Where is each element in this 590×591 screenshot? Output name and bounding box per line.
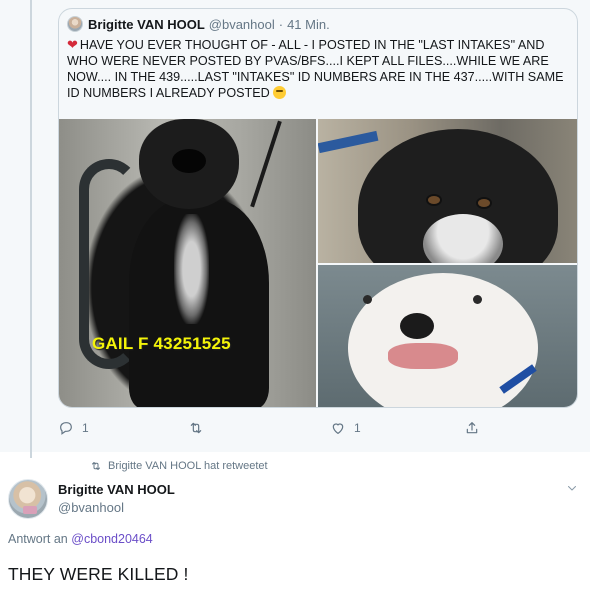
photo-caption: GAIL F 43251525 <box>92 334 231 353</box>
share-icon <box>466 422 478 434</box>
author-name[interactable]: Brigitte VAN HOOL <box>58 482 175 497</box>
reply-to-line: Antwort an @cbond20464 <box>8 532 153 546</box>
thread-line <box>30 0 32 458</box>
photo-dark-dog[interactable] <box>318 119 577 263</box>
quoted-author-handle[interactable]: @bvanhool <box>209 17 275 32</box>
tweet-text: THEY WERE KILLED ! <box>8 564 189 584</box>
dog-eye-right <box>476 197 492 209</box>
photo-white-dog[interactable] <box>318 265 577 407</box>
reply-prefix: Antwort an <box>8 532 68 546</box>
dog-eye-left <box>426 194 442 206</box>
reply-button[interactable]: 1 <box>58 420 89 436</box>
dog-nose-shape <box>400 313 434 339</box>
quoted-tweet-header: Brigitte VAN HOOL @bvanhool · 41 Min. <box>67 15 330 33</box>
photo-grid: GAIL F 43251525 <box>59 119 577 407</box>
retweet-notice-text[interactable]: Brigitte VAN HOOL hat retweetet <box>108 460 268 472</box>
like-count: 1 <box>354 421 361 435</box>
photo-black-dog[interactable]: GAIL F 43251525 <box>59 119 316 407</box>
thinking-face-icon <box>272 86 286 99</box>
quoted-tweet-text-block: ❤ HAVE YOU EVER THOUGHT OF - ALL - I POST… <box>67 37 573 101</box>
author-handle[interactable]: @bvanhool <box>58 500 124 515</box>
broken-heart-icon: ❤ <box>67 37 78 52</box>
quoted-tweet-card[interactable]: Brigitte VAN HOOL @bvanhool · 41 Min. ❤ H… <box>58 8 578 408</box>
quoted-tweet-text: HAVE YOU EVER THOUGHT OF - ALL - I POSTE… <box>67 38 564 100</box>
quoted-author-avatar[interactable] <box>67 16 83 32</box>
strap-shape <box>318 130 379 154</box>
heart-icon <box>332 423 344 434</box>
retweet-notice: Brigitte VAN HOOL hat retweetet <box>90 460 268 472</box>
reply-count: 1 <box>82 421 89 435</box>
quoted-tweet-time[interactable]: 41 Min. <box>287 17 330 32</box>
dog-mouth-shape <box>388 343 458 369</box>
avatar[interactable] <box>8 479 48 519</box>
leash-shape <box>250 120 282 208</box>
reply-icon <box>60 422 72 435</box>
share-button[interactable] <box>464 420 488 436</box>
like-button[interactable]: 1 <box>330 420 361 436</box>
avatar-detail <box>23 506 37 514</box>
tweet-actions: 1 1 <box>58 420 578 442</box>
retweet-icon <box>92 462 100 470</box>
dog-chest-shape <box>174 214 209 324</box>
retweet-button[interactable] <box>188 420 212 436</box>
retweet-icon <box>190 422 202 434</box>
quoted-author-name[interactable]: Brigitte VAN HOOL <box>88 17 205 32</box>
dog-eye-left <box>363 295 372 304</box>
chevron-down-icon[interactable] <box>566 482 578 494</box>
dog-eye-right <box>473 295 482 304</box>
separator-dot: · <box>278 16 284 32</box>
reply-target-link[interactable]: @cbond20464 <box>71 532 153 546</box>
dog-nose-shape <box>172 149 206 173</box>
